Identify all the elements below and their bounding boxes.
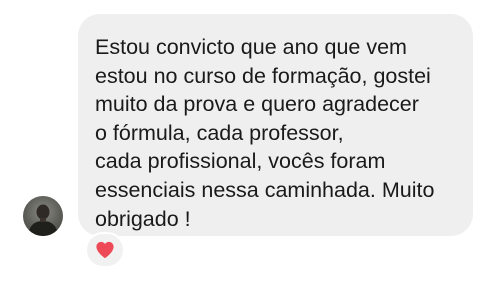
- message-bubble[interactable]: Estou convicto que ano que vem estou no …: [78, 14, 473, 236]
- person-icon: [28, 204, 58, 236]
- message-text: Estou convicto que ano que vem estou no …: [95, 35, 435, 231]
- heart-icon: [96, 241, 114, 259]
- avatar[interactable]: [23, 196, 63, 236]
- reaction-badge[interactable]: [85, 232, 125, 268]
